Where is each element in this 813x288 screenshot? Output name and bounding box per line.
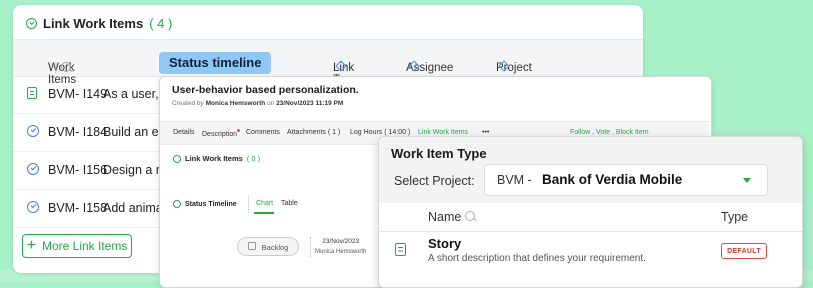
work-item-type-header: Work Item Type Select Project: BVM - Ban… [379, 137, 802, 203]
divider [248, 195, 249, 213]
work-item-title[interactable]: As a user, I [103, 87, 166, 101]
project-prefix: BVM - [497, 173, 532, 187]
work-item-title: User-behavior based personalization. [172, 84, 359, 96]
tab-chart[interactable]: Chart [256, 200, 273, 207]
status-timeline-tag: Status timeline [159, 52, 272, 74]
tab-link-work-items[interactable]: Link Work Items [418, 129, 468, 136]
active-tab-underline [254, 212, 274, 214]
story-icon [395, 243, 406, 256]
detail-link-work-items[interactable]: Link Work Items ( 0 ) [173, 154, 260, 163]
tab-details[interactable]: Details [173, 129, 194, 136]
chevron-down-icon[interactable] [743, 178, 751, 183]
created-date: 23/Nov/2023 11:19 PM [276, 100, 344, 107]
column-name[interactable]: Name [428, 210, 475, 224]
plus-icon: + [26, 237, 36, 254]
item-actions[interactable]: Follow , Vote , Block Item [570, 129, 649, 136]
project-name: Bank of Verdia Mobile [542, 172, 683, 187]
link-work-items-count: ( 4 ) [149, 16, 173, 31]
status-timeline-header[interactable]: Status Timeline [173, 200, 237, 208]
search-icon[interactable] [60, 62, 71, 72]
work-item-title[interactable]: Build an en [103, 125, 166, 139]
status-icon [247, 242, 256, 250]
link-work-items-title: Link Work Items [43, 16, 144, 31]
collapse-check-icon[interactable] [173, 200, 181, 208]
default-badge: DEFAULT [721, 243, 767, 259]
type-table-header: Name Type [379, 203, 802, 232]
project-select[interactable]: BVM - Bank of Verdia Mobile [484, 164, 768, 196]
type-description: A short description that defines your re… [428, 253, 646, 264]
work-item-type-panel: Work Item Type Select Project: BVM - Ban… [378, 136, 803, 288]
link-table-header: Work Items | Link Type Assignee Project [13, 39, 643, 86]
more-link-items-label: More Link Items [41, 239, 128, 253]
tab-table[interactable]: Table [281, 200, 298, 207]
work-item-id[interactable]: BVM- I149 [48, 87, 107, 101]
task-icon [27, 163, 39, 175]
timeline-separator [310, 237, 311, 257]
type-name: Story [428, 236, 462, 251]
select-project-label: Select Project: [394, 174, 475, 188]
more-tabs-icon[interactable]: ••• [482, 129, 489, 136]
story-icon [27, 87, 37, 99]
column-work-items[interactable]: Work Items | [48, 51, 76, 86]
status-pill: Backlog [237, 237, 299, 256]
collapse-check-icon[interactable] [26, 18, 37, 29]
created-info: Created by Monica Hemsworth on 23/Nov/20… [172, 100, 344, 107]
column-type: Type [721, 210, 749, 224]
tab-attachments[interactable]: Attachments ( 1 ) [287, 129, 340, 136]
work-item-type-title: Work Item Type [391, 146, 487, 161]
work-item-id[interactable]: BVM- I184 [48, 125, 107, 139]
work-item-id[interactable]: BVM- I156 [48, 163, 107, 177]
unsaved-dot-icon [237, 129, 241, 132]
creator-name: Monica Hemsworth [205, 100, 266, 107]
work-item-title[interactable]: Add animat [103, 201, 166, 215]
type-row-story[interactable]: Story A short description that defines y… [379, 232, 802, 287]
status-date: 23/Nov/2023 Monica Hemsworth [315, 238, 367, 255]
collapse-check-icon[interactable] [173, 154, 181, 163]
search-icon[interactable] [464, 211, 475, 221]
link-work-items-header: Link Work Items ( 4 ) [26, 16, 172, 31]
task-icon [27, 125, 39, 137]
tab-log-hours[interactable]: Log Hours ( 14:00 ) [350, 129, 410, 136]
more-link-items-button[interactable]: + More Link Items [22, 234, 132, 258]
work-item-id[interactable]: BVM- I158 [48, 201, 107, 215]
tab-comments[interactable]: Comments [246, 129, 280, 136]
tab-description[interactable]: Description [202, 129, 241, 138]
task-icon [27, 201, 39, 213]
